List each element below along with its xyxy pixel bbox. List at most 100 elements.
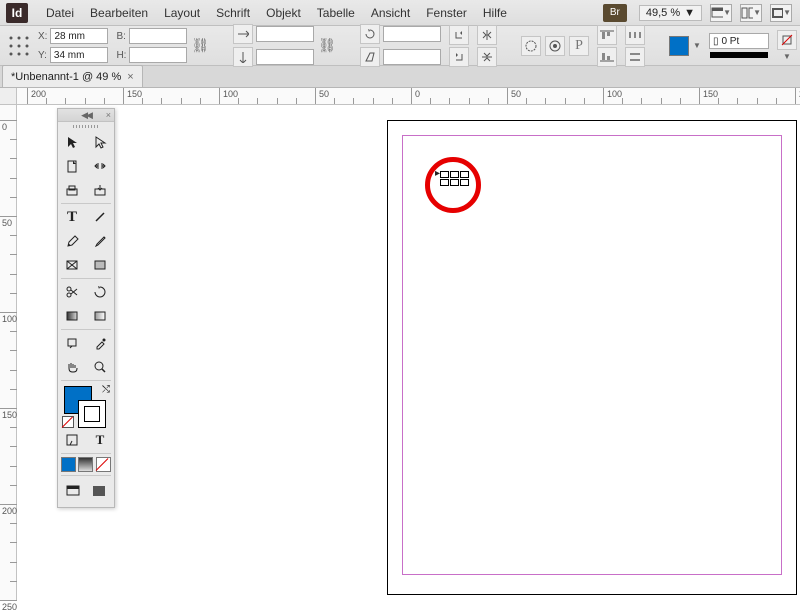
hruler-mark: 100 — [607, 89, 622, 99]
tools-panel[interactable]: ◀◀ × T — [57, 108, 115, 508]
menu-bearbeiten[interactable]: Bearbeiten — [82, 0, 156, 26]
reference-point-grid[interactable] — [8, 35, 30, 57]
rotate-90-cw-button[interactable] — [449, 25, 469, 45]
scissors-tool[interactable] — [58, 280, 86, 304]
menu-bar: Id Datei Bearbeiten Layout Schrift Objek… — [0, 0, 800, 26]
rotate-icon — [360, 24, 380, 44]
view-mode-preview-button[interactable] — [86, 479, 112, 503]
width-input[interactable] — [129, 28, 187, 44]
fill-color-swatch[interactable] — [669, 36, 689, 56]
flip-vertical-button[interactable] — [477, 47, 497, 67]
align-bottom-button[interactable] — [597, 47, 617, 67]
rectangle-tool[interactable] — [86, 253, 114, 277]
rectangle-frame-tool[interactable] — [58, 253, 86, 277]
select-container-button[interactable] — [521, 36, 541, 56]
stroke-style-dropdown[interactable] — [710, 52, 768, 58]
document-tab-bar: *Unbenannt-1 @ 49 % × — [0, 66, 800, 88]
menu-schrift[interactable]: Schrift — [208, 0, 258, 26]
panel-grip[interactable] — [58, 122, 114, 130]
apply-to-container-button[interactable] — [58, 428, 86, 452]
gradient-feather-tool[interactable] — [86, 304, 114, 328]
pen-tool[interactable] — [58, 229, 86, 253]
document-tab[interactable]: *Unbenannt-1 @ 49 % × — [2, 65, 143, 87]
bridge-button[interactable]: Br — [603, 4, 627, 22]
chevron-down-icon[interactable]: ▼ — [693, 41, 701, 50]
effects-button[interactable] — [777, 30, 797, 50]
gradient-swatch-tool[interactable] — [58, 304, 86, 328]
apply-color-button[interactable] — [61, 457, 76, 472]
stroke-weight-input[interactable]: ▯0 Pt — [709, 33, 769, 49]
flip-horizontal-button[interactable] — [477, 25, 497, 45]
vruler-mark: 0 — [2, 122, 7, 132]
apply-gradient-button[interactable] — [78, 457, 93, 472]
fill-stroke-proxy[interactable]: ⤭ — [58, 382, 114, 428]
type-tool[interactable]: T — [58, 205, 86, 229]
apply-to-text-button[interactable]: T — [86, 428, 114, 452]
content-collector-tool[interactable] — [58, 178, 86, 202]
tools-panel-collapse[interactable]: ◀◀ × — [58, 109, 114, 122]
close-icon[interactable]: × — [127, 71, 133, 83]
apply-none-button[interactable] — [96, 457, 111, 472]
menu-hilfe[interactable]: Hilfe — [475, 0, 515, 26]
constrain-proportions-icon[interactable]: ⛓ — [191, 37, 209, 54]
x-position-input[interactable]: 28 mm — [50, 28, 108, 44]
page-canvas[interactable]: ▸ ◀◀× T — [17, 105, 800, 600]
hruler-mark: 100 — [223, 89, 238, 99]
horizontal-ruler[interactable]: 20015010050050100150200 — [0, 88, 800, 105]
page-tool[interactable] — [58, 154, 86, 178]
vruler-mark: 50 — [2, 218, 12, 228]
arrange-documents-button[interactable]: ▼ — [740, 4, 762, 22]
stroke-proxy[interactable] — [78, 400, 106, 428]
scale-x-input[interactable] — [256, 26, 314, 42]
menu-fenster[interactable]: Fenster — [418, 0, 475, 26]
y-position-input[interactable]: 34 mm — [50, 47, 108, 63]
free-transform-tool[interactable] — [86, 280, 114, 304]
menu-objekt[interactable]: Objekt — [258, 0, 309, 26]
content-placer-tool[interactable] — [86, 178, 114, 202]
vruler-mark: 200 — [2, 506, 17, 516]
eyedropper-tool[interactable] — [86, 331, 114, 355]
selection-tool[interactable] — [58, 130, 86, 154]
vruler-mark: 250 — [2, 602, 17, 612]
hruler-mark: 150 — [127, 89, 142, 99]
menu-layout[interactable]: Layout — [156, 0, 208, 26]
swap-fill-stroke-icon[interactable]: ⤭ — [102, 384, 110, 395]
shear-input[interactable] — [383, 49, 441, 65]
rotation-input[interactable] — [383, 26, 441, 42]
gap-tool[interactable] — [86, 154, 114, 178]
zoom-tool[interactable] — [86, 355, 114, 379]
select-content-button[interactable] — [545, 36, 565, 56]
paragraph-style-icon[interactable]: P — [569, 36, 589, 56]
scale-y-icon — [233, 47, 253, 67]
rotate-90-ccw-button[interactable] — [449, 47, 469, 67]
scale-y-input[interactable] — [256, 49, 314, 65]
distribute-h-button[interactable] — [625, 25, 645, 45]
chevron-down-icon[interactable]: ▼ — [783, 52, 791, 61]
menu-ansicht[interactable]: Ansicht — [363, 0, 418, 26]
menu-datei[interactable]: Datei — [38, 0, 82, 26]
control-panel: X:28 mm Y:34 mm B: H: ⛓ ⛓ P — [0, 26, 800, 66]
hand-tool[interactable] — [58, 355, 86, 379]
line-tool[interactable] — [86, 205, 114, 229]
default-fill-stroke-icon[interactable] — [62, 416, 74, 428]
hruler-mark: 150 — [703, 89, 718, 99]
height-input[interactable] — [129, 47, 187, 63]
menu-tabelle[interactable]: Tabelle — [309, 0, 363, 26]
align-top-button[interactable] — [597, 25, 617, 45]
vertical-ruler[interactable]: 050100150200250 — [0, 105, 17, 600]
y-label: Y: — [38, 50, 47, 61]
pencil-tool[interactable] — [86, 229, 114, 253]
chevron-left-icon: ◀◀ — [81, 110, 91, 121]
close-icon[interactable]: × — [106, 110, 111, 120]
direct-selection-tool[interactable] — [86, 130, 114, 154]
x-label: X: — [38, 31, 47, 42]
workspace-switcher-button[interactable]: ▼ — [770, 4, 792, 22]
ruler-origin[interactable] — [0, 88, 17, 105]
constrain-scale-icon[interactable]: ⛓ — [318, 37, 336, 53]
view-mode-normal-button[interactable] — [60, 479, 86, 503]
hruler-mark: 50 — [319, 89, 329, 99]
note-tool[interactable] — [58, 331, 86, 355]
screen-mode-button[interactable]: ▼ — [710, 4, 732, 22]
distribute-v-button[interactable] — [625, 47, 645, 67]
zoom-level-dropdown[interactable]: 49,5 %▼ — [639, 5, 702, 21]
